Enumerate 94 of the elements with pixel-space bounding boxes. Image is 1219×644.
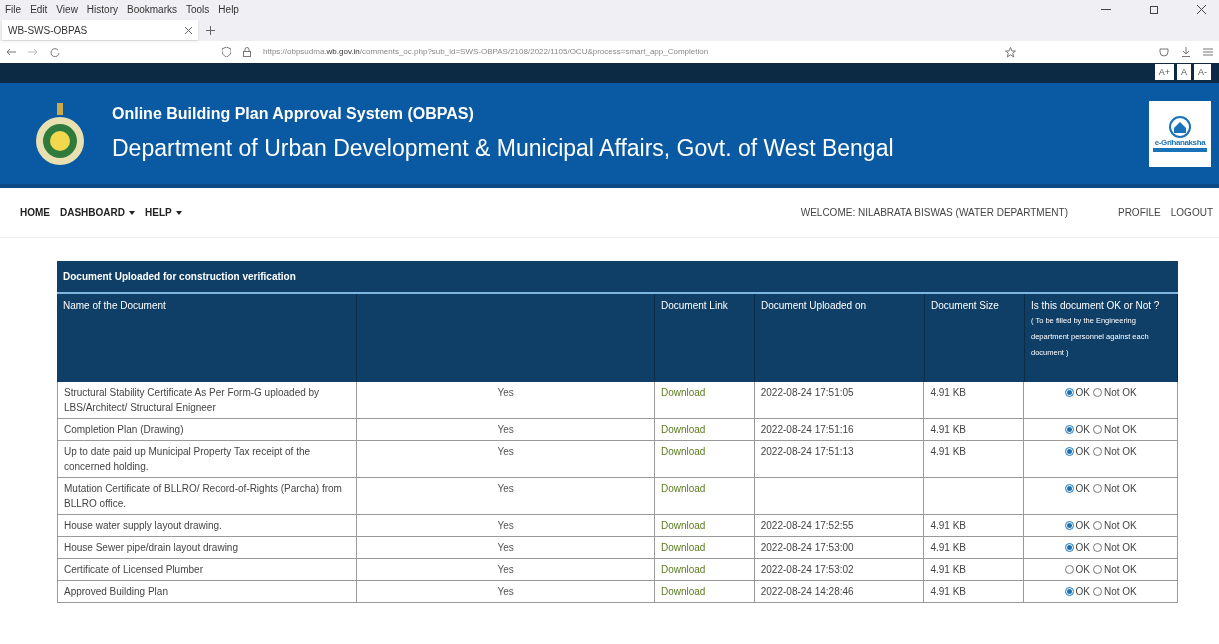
- restore-icon[interactable]: [1150, 5, 1158, 14]
- table-cell: Certificate of Licensed Plumber: [58, 559, 358, 580]
- table-cell: 4.91 KB: [930, 564, 967, 575]
- back-icon[interactable]: [6, 48, 16, 56]
- url-text[interactable]: https://obpsudma.wb.gov.in/comments_oc.php?sub_id=SWS-OBPAS/2108/2022/1105/OCU&process=smart_app_Completion: [263, 46, 993, 58]
- table-cell: 2022-08-24 17:51:05: [760, 387, 854, 398]
- table-cell: 2022-08-24 17:53:00: [760, 542, 854, 553]
- table-cell: Yes: [357, 382, 655, 418]
- table-cell: Completion Plan (Drawing): [58, 419, 358, 440]
- font-size-button[interactable]: A-: [1194, 64, 1211, 80]
- nav-link[interactable]: PROFILE: [1117, 205, 1161, 220]
- download-link[interactable]: Download: [660, 446, 706, 457]
- table-cell: Structural Stability Certificate As Per Form-G uploaded by LBS/Architect/ Structural Enigneer: [58, 382, 358, 418]
- radio-label: OK: [1075, 519, 1090, 533]
- radio-label: OK: [1075, 423, 1090, 437]
- radio-label: Not OK: [1104, 519, 1137, 533]
- table-cell: Approved Building Plan: [58, 581, 358, 602]
- table-cell: House Sewer pipe/drain layout drawing: [58, 537, 358, 558]
- download-link[interactable]: Download: [660, 564, 706, 575]
- table-cell: House water supply layout drawing.: [58, 515, 358, 536]
- download-link[interactable]: Download: [660, 586, 706, 597]
- radio-label: OK: [1075, 482, 1090, 496]
- caret-icon[interactable]: [129, 210, 135, 215]
- menu-item[interactable]: Bookmarks: [127, 2, 177, 17]
- column-header-text: Document Link: [661, 300, 728, 311]
- table-cell: Yes: [357, 478, 655, 514]
- radio-label: OK: [1075, 585, 1090, 599]
- emblem-icon: [34, 102, 86, 165]
- logo-badge: e-Grihanaksha: [1149, 100, 1211, 167]
- table-cell: Yes: [357, 537, 655, 558]
- browser-tab[interactable]: WB-SWS-OBPAS: [2, 20, 198, 40]
- font-size-button[interactable]: A+: [1154, 64, 1174, 80]
- table-cell: 2022-08-24 14:28:46: [760, 586, 854, 597]
- column-header-text: Document Uploaded on: [761, 300, 867, 311]
- radio-label: Not OK: [1104, 423, 1137, 437]
- radio-label: Not OK: [1104, 482, 1137, 496]
- radio-label: Not OK: [1104, 585, 1137, 599]
- department-title: Department of Urban Development & Municipal Affairs, Govt. of West Bengal: [112, 133, 895, 163]
- download-link[interactable]: Download: [660, 542, 706, 553]
- nav-link[interactable]: HOME: [20, 205, 50, 220]
- font-size-button[interactable]: A: [1177, 64, 1191, 80]
- column-header-text: Name of the Document: [63, 300, 166, 311]
- welcome-text: WELCOME: NILABRATA BISWAS (WATER DEPARTMENT): [800, 206, 1068, 220]
- menu-item[interactable]: Tools: [186, 2, 210, 17]
- table-cell: 2022-08-24 17:53:02: [760, 564, 854, 575]
- table-cell: 4.91 KB: [930, 387, 967, 398]
- reload-icon[interactable]: [50, 47, 60, 57]
- table-cell: 4.91 KB: [930, 424, 967, 435]
- close-icon[interactable]: [1197, 5, 1206, 14]
- table-cell: Yes: [357, 515, 655, 536]
- download-link[interactable]: Download: [660, 483, 706, 494]
- plus-icon[interactable]: [206, 25, 215, 35]
- table-cell: Up to date paid up Municipal Property Tax receipt of the concerned holding.: [58, 441, 358, 477]
- shield-icon: [222, 47, 231, 57]
- radio-label: OK: [1075, 563, 1090, 577]
- lock-icon: [243, 47, 251, 57]
- download-link[interactable]: Download: [660, 520, 706, 531]
- close-icon[interactable]: [185, 26, 192, 34]
- table-cell: Yes: [357, 419, 655, 440]
- table-cell: 2022-08-24 17:51:13: [760, 446, 854, 457]
- column-header-text: Is this document OK or Not ?: [1031, 300, 1160, 311]
- menu-item[interactable]: Help: [218, 2, 239, 17]
- table-cell: 2022-08-24 17:51:16: [760, 424, 854, 435]
- radio-label: Not OK: [1104, 563, 1137, 577]
- column-header-text: Document Size: [931, 300, 999, 311]
- table-cell: 4.91 KB: [930, 520, 967, 531]
- table-cell: 4.91 KB: [930, 542, 967, 553]
- table-cell: Yes: [357, 581, 655, 602]
- table-cell: 4.91 KB: [930, 586, 967, 597]
- menu-item[interactable]: History: [86, 2, 118, 17]
- radio-label: OK: [1075, 445, 1090, 459]
- caret-icon[interactable]: [175, 210, 182, 215]
- system-title: Online Building Plan Approval System (OBPAS): [112, 103, 475, 124]
- download-link[interactable]: Download: [660, 424, 706, 435]
- table-title: Document Uploaded for construction verification: [57, 261, 1178, 294]
- nav-link[interactable]: DASHBOARD: [60, 205, 125, 220]
- nav-link[interactable]: LOGOUT: [1170, 205, 1213, 220]
- table-cell: Yes: [357, 559, 655, 580]
- table-cell: Yes: [357, 441, 655, 477]
- radio-label: OK: [1075, 541, 1090, 555]
- radio-label: OK: [1075, 386, 1090, 400]
- nav-link[interactable]: HELP: [145, 205, 172, 220]
- menu-item[interactable]: View: [56, 2, 78, 17]
- radio-label: Not OK: [1104, 386, 1137, 400]
- table-cell: 4.91 KB: [930, 446, 967, 457]
- menu-item[interactable]: File: [5, 2, 22, 17]
- table-cell: Mutation Certificate of BLLRO/ Record-of-Rights (Parcha) from BLLRO office.: [58, 478, 358, 514]
- radio-label: Not OK: [1104, 445, 1137, 459]
- menu-item[interactable]: Edit: [30, 2, 48, 17]
- download-link[interactable]: Download: [660, 387, 706, 398]
- radio-label: Not OK: [1104, 541, 1137, 555]
- table-cell: 2022-08-24 17:52:55: [760, 520, 854, 531]
- star-icon[interactable]: [1005, 46, 1016, 58]
- download-icon[interactable]: [1181, 47, 1191, 57]
